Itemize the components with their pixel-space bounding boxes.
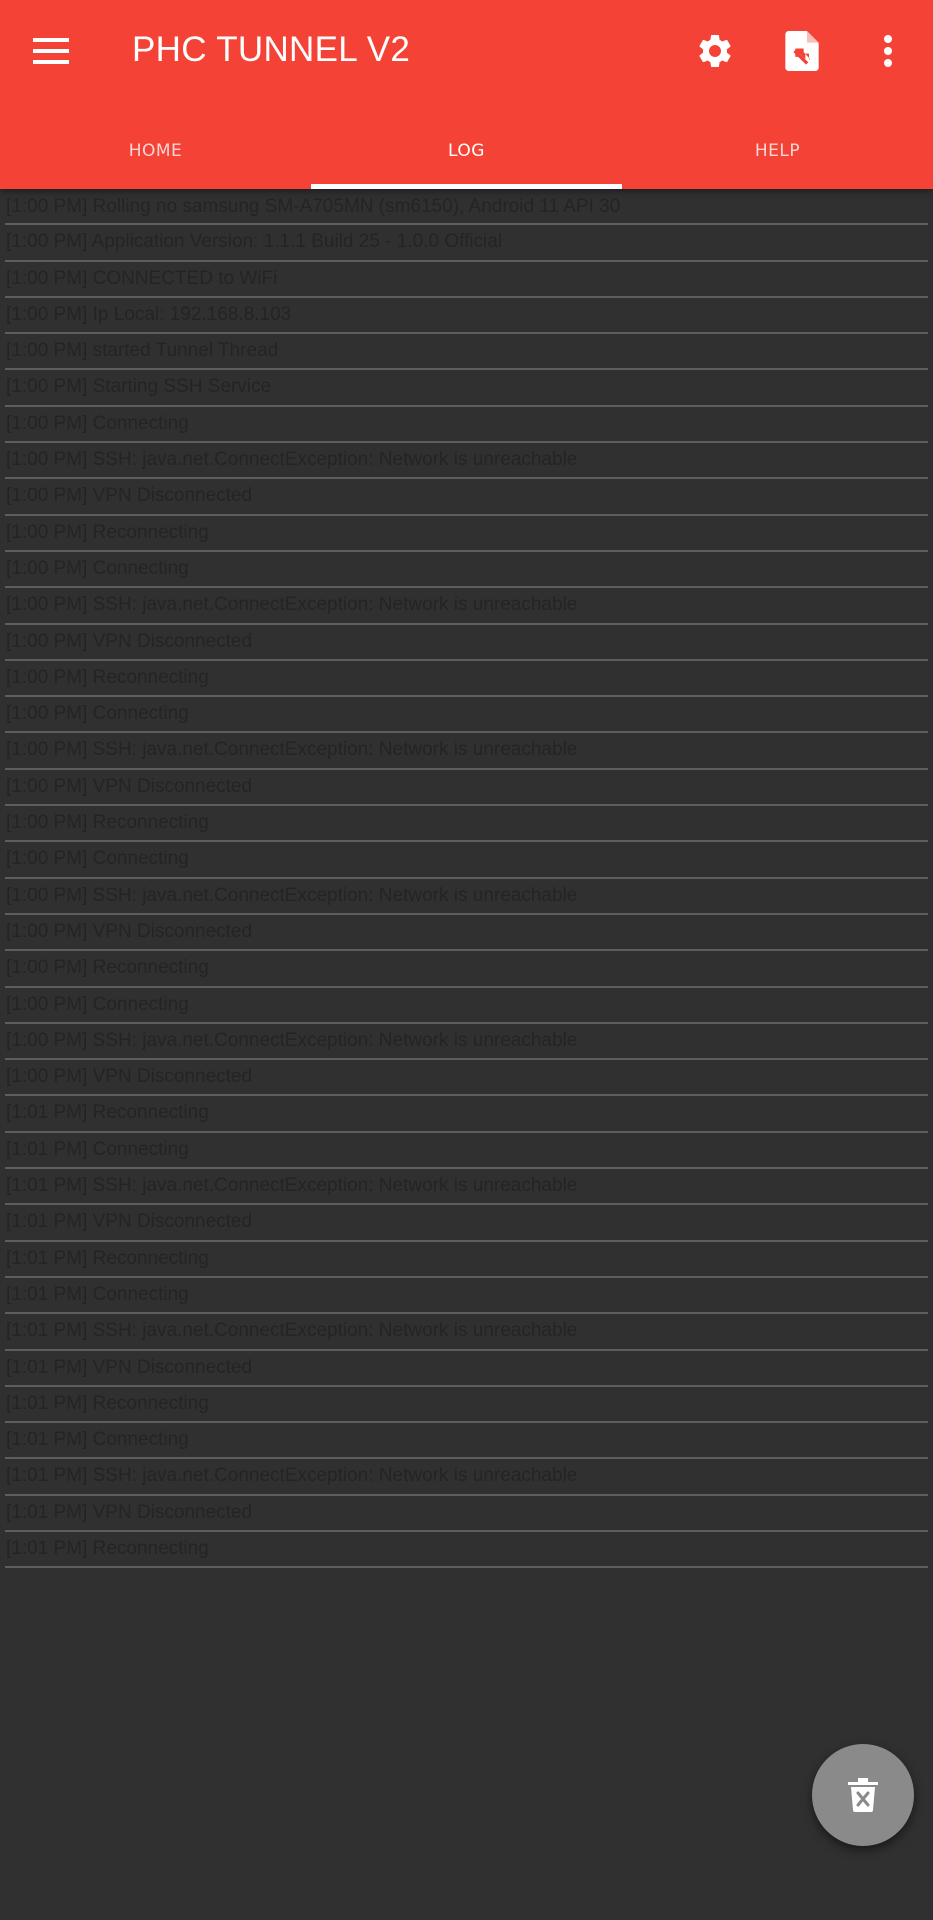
tab-log[interactable]: LOG [311, 113, 622, 189]
tab-help-label: HELP [754, 141, 801, 161]
app-title: PHC TUNNEL V2 [132, 30, 411, 69]
log-line: [1:00 PM] VPN Disconnected [5, 625, 928, 661]
log-line: [1:00 PM] Ip Local: 192.168.8.103 [5, 298, 928, 335]
log-line: [1:01 PM] Connecting [5, 1423, 928, 1460]
log-line: [1:01 PM] SSH: java.net.ConnectException… [5, 1459, 928, 1496]
log-line: [1:00 PM] SSH: java.net.ConnectException… [5, 733, 928, 770]
log-line: [1:00 PM] VPN Disconnected [5, 770, 928, 807]
import-file-icon [785, 31, 819, 71]
log-line: [1:00 PM] Connecting [5, 842, 928, 879]
log-line: [1:00 PM] Application Version: 1.1.1 Bui… [5, 225, 928, 262]
log-line: [1:00 PM] Rolling no samsung SM-A705MN (… [5, 189, 928, 226]
log-line: [1:01 PM] SSH: java.net.ConnectException… [5, 1169, 928, 1206]
log-line: [1:00 PM] Starting SSH Service [5, 370, 928, 407]
log-line: [1:00 PM] Reconnecting [5, 516, 928, 552]
log-line: [1:00 PM] started Tunnel Thread [5, 334, 928, 371]
app-bar: PHC TUNNEL V2 HOME LOG HELP [0, 0, 933, 189]
log-line: [1:00 PM] VPN Disconnected [5, 1060, 928, 1097]
log-line: [1:01 PM] Reconnecting [5, 1532, 928, 1569]
active-tab-indicator [311, 184, 622, 189]
log-line: [1:00 PM] VPN Disconnected [5, 915, 928, 952]
menu-icon [33, 38, 69, 64]
log-line: [1:00 PM] Connecting [5, 988, 928, 1024]
log-line: [1:01 PM] Reconnecting [5, 1242, 928, 1278]
log-line: [1:00 PM] SSH: java.net.ConnectException… [5, 1024, 928, 1061]
tab-home-label: HOME [128, 141, 183, 161]
tab-help[interactable]: HELP [622, 113, 933, 189]
log-line: [1:00 PM] CONNECTED to WiFi [5, 262, 928, 298]
settings-gear-icon [699, 34, 731, 67]
tab-home[interactable]: HOME [0, 113, 311, 189]
menu-button[interactable] [22, 22, 80, 80]
log-line: [1:00 PM] Reconnecting [5, 661, 928, 698]
more-vert-icon [884, 35, 892, 67]
import-config-button[interactable] [773, 22, 831, 80]
log-line: [1:00 PM] Connecting [5, 697, 928, 734]
log-line: [1:00 PM] Connecting [5, 407, 928, 444]
tab-bar: HOME LOG HELP [0, 113, 933, 189]
log-line: [1:00 PM] SSH: java.net.ConnectException… [5, 879, 928, 915]
toolbar: PHC TUNNEL V2 [0, 0, 933, 102]
log-line: [1:01 PM] VPN Disconnected [5, 1205, 928, 1242]
log-line: [1:00 PM] SSH: java.net.ConnectException… [5, 588, 928, 625]
log-line: [1:01 PM] VPN Disconnected [5, 1496, 928, 1532]
more-options-button[interactable] [859, 22, 917, 80]
log-line: [1:01 PM] Reconnecting [5, 1387, 928, 1424]
log-line: [1:01 PM] Reconnecting [5, 1096, 928, 1133]
log-line: [1:00 PM] VPN Disconnected [5, 479, 928, 516]
log-line: [1:01 PM] Connecting [5, 1133, 928, 1170]
log-line: [1:00 PM] Connecting [5, 552, 928, 589]
log-line: [1:01 PM] VPN Disconnected [5, 1351, 928, 1387]
log-line: [1:00 PM] Reconnecting [5, 806, 928, 843]
delete-icon [848, 1778, 878, 1812]
log-list[interactable]: [1:00 PM] Rolling no samsung SM-A705MN (… [0, 189, 933, 1920]
log-line: [1:01 PM] Connecting [5, 1278, 928, 1315]
tab-log-label: LOG [448, 141, 485, 161]
log-line: [1:00 PM] SSH: java.net.ConnectException… [5, 443, 928, 480]
log-line: [1:01 PM] SSH: java.net.ConnectException… [5, 1314, 928, 1351]
clear-log-button[interactable] [812, 1744, 914, 1846]
settings-button[interactable] [686, 22, 744, 80]
log-line: [1:00 PM] Reconnecting [5, 951, 928, 988]
